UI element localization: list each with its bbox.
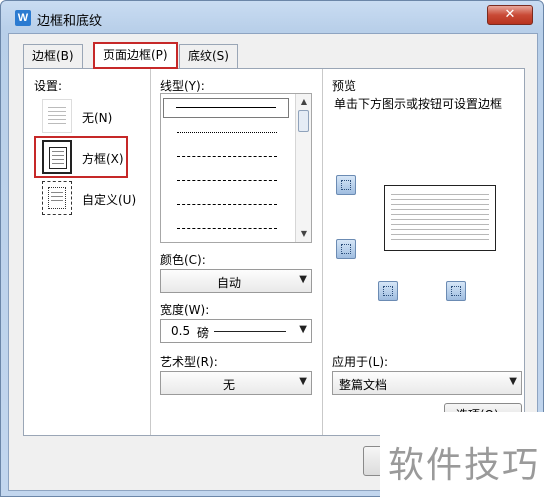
scroll-up-icon[interactable]: ▲ [299, 97, 309, 107]
line-style-scrollbar[interactable]: ▲ ▼ [295, 94, 311, 242]
width-line-sample [214, 331, 286, 332]
top-border-toggle[interactable] [336, 175, 356, 195]
color-value: 自动 [217, 276, 242, 290]
color-label: 颜色(C): [160, 253, 206, 267]
line-style-dotted[interactable] [177, 132, 277, 133]
setting-label: 设置: [34, 79, 63, 93]
setting-box-label[interactable]: 方框(X) [82, 150, 124, 167]
scroll-down-icon[interactable]: ▼ [299, 229, 309, 239]
chevron-down-icon: ▼ [299, 324, 307, 335]
width-value: 0.5 [171, 324, 191, 338]
dialog-title: 边框和底纹 [37, 14, 103, 29]
apply-to-dropdown[interactable]: 整篇文档 ▼ [332, 371, 522, 395]
chevron-down-icon: ▼ [509, 376, 517, 387]
color-dropdown[interactable]: 自动 ▼ [160, 269, 312, 293]
line-style-solid[interactable] [163, 98, 289, 118]
apply-to-label: 应用于(L): [332, 355, 389, 369]
close-button[interactable]: ✕ [487, 5, 533, 25]
app-icon: W [15, 10, 31, 26]
none-border-icon[interactable] [42, 99, 72, 133]
page-preview[interactable] [384, 185, 496, 251]
line-style-dashed[interactable] [177, 156, 277, 157]
line-style-long-dash-dot[interactable] [177, 228, 277, 229]
tab-shading[interactable]: 底纹(S) [179, 44, 238, 68]
box-border-icon[interactable] [42, 140, 72, 174]
width-label: 宽度(W): [160, 303, 210, 317]
watermark: 软件技巧 [380, 412, 544, 497]
chevron-down-icon: ▼ [299, 274, 307, 285]
title-bar[interactable]: W 边框和底纹 ✕ [1, 1, 543, 33]
width-dropdown[interactable]: 0.5 磅 ▼ [160, 319, 312, 343]
art-dropdown[interactable]: 无 ▼ [160, 371, 312, 395]
line-style-list[interactable]: ▲ ▼ [160, 93, 312, 243]
line-style-dash-dot[interactable] [177, 180, 277, 181]
column-divider [150, 69, 151, 435]
bottom-border-toggle[interactable] [336, 239, 356, 259]
tab-borders[interactable]: 边框(B) [23, 44, 83, 68]
right-border-toggle[interactable] [446, 281, 466, 301]
scroll-thumb[interactable] [298, 110, 309, 132]
art-value: 无 [223, 378, 236, 392]
width-unit: 磅 [197, 326, 210, 340]
setting-custom-label[interactable]: 自定义(U) [82, 191, 136, 208]
chevron-down-icon: ▼ [299, 376, 307, 387]
apply-to-value: 整篇文档 [339, 378, 388, 392]
page-border-panel: 设置: 无(N) 方框(X) 自定义(U) 线型(Y): ▲ ▼ 颜色(C): … [23, 68, 525, 436]
watermark-text: 软件技巧 [388, 445, 541, 486]
custom-border-icon[interactable] [42, 181, 72, 215]
line-style-dash-dot-dot[interactable] [177, 204, 277, 205]
line-style-label: 线型(Y): [160, 79, 205, 93]
tab-page-borders[interactable]: 页面边框(P) [93, 42, 178, 69]
setting-none-label[interactable]: 无(N) [82, 109, 112, 126]
left-border-toggle[interactable] [378, 281, 398, 301]
art-label: 艺术型(R): [160, 355, 218, 369]
preview-area [320, 69, 526, 329]
